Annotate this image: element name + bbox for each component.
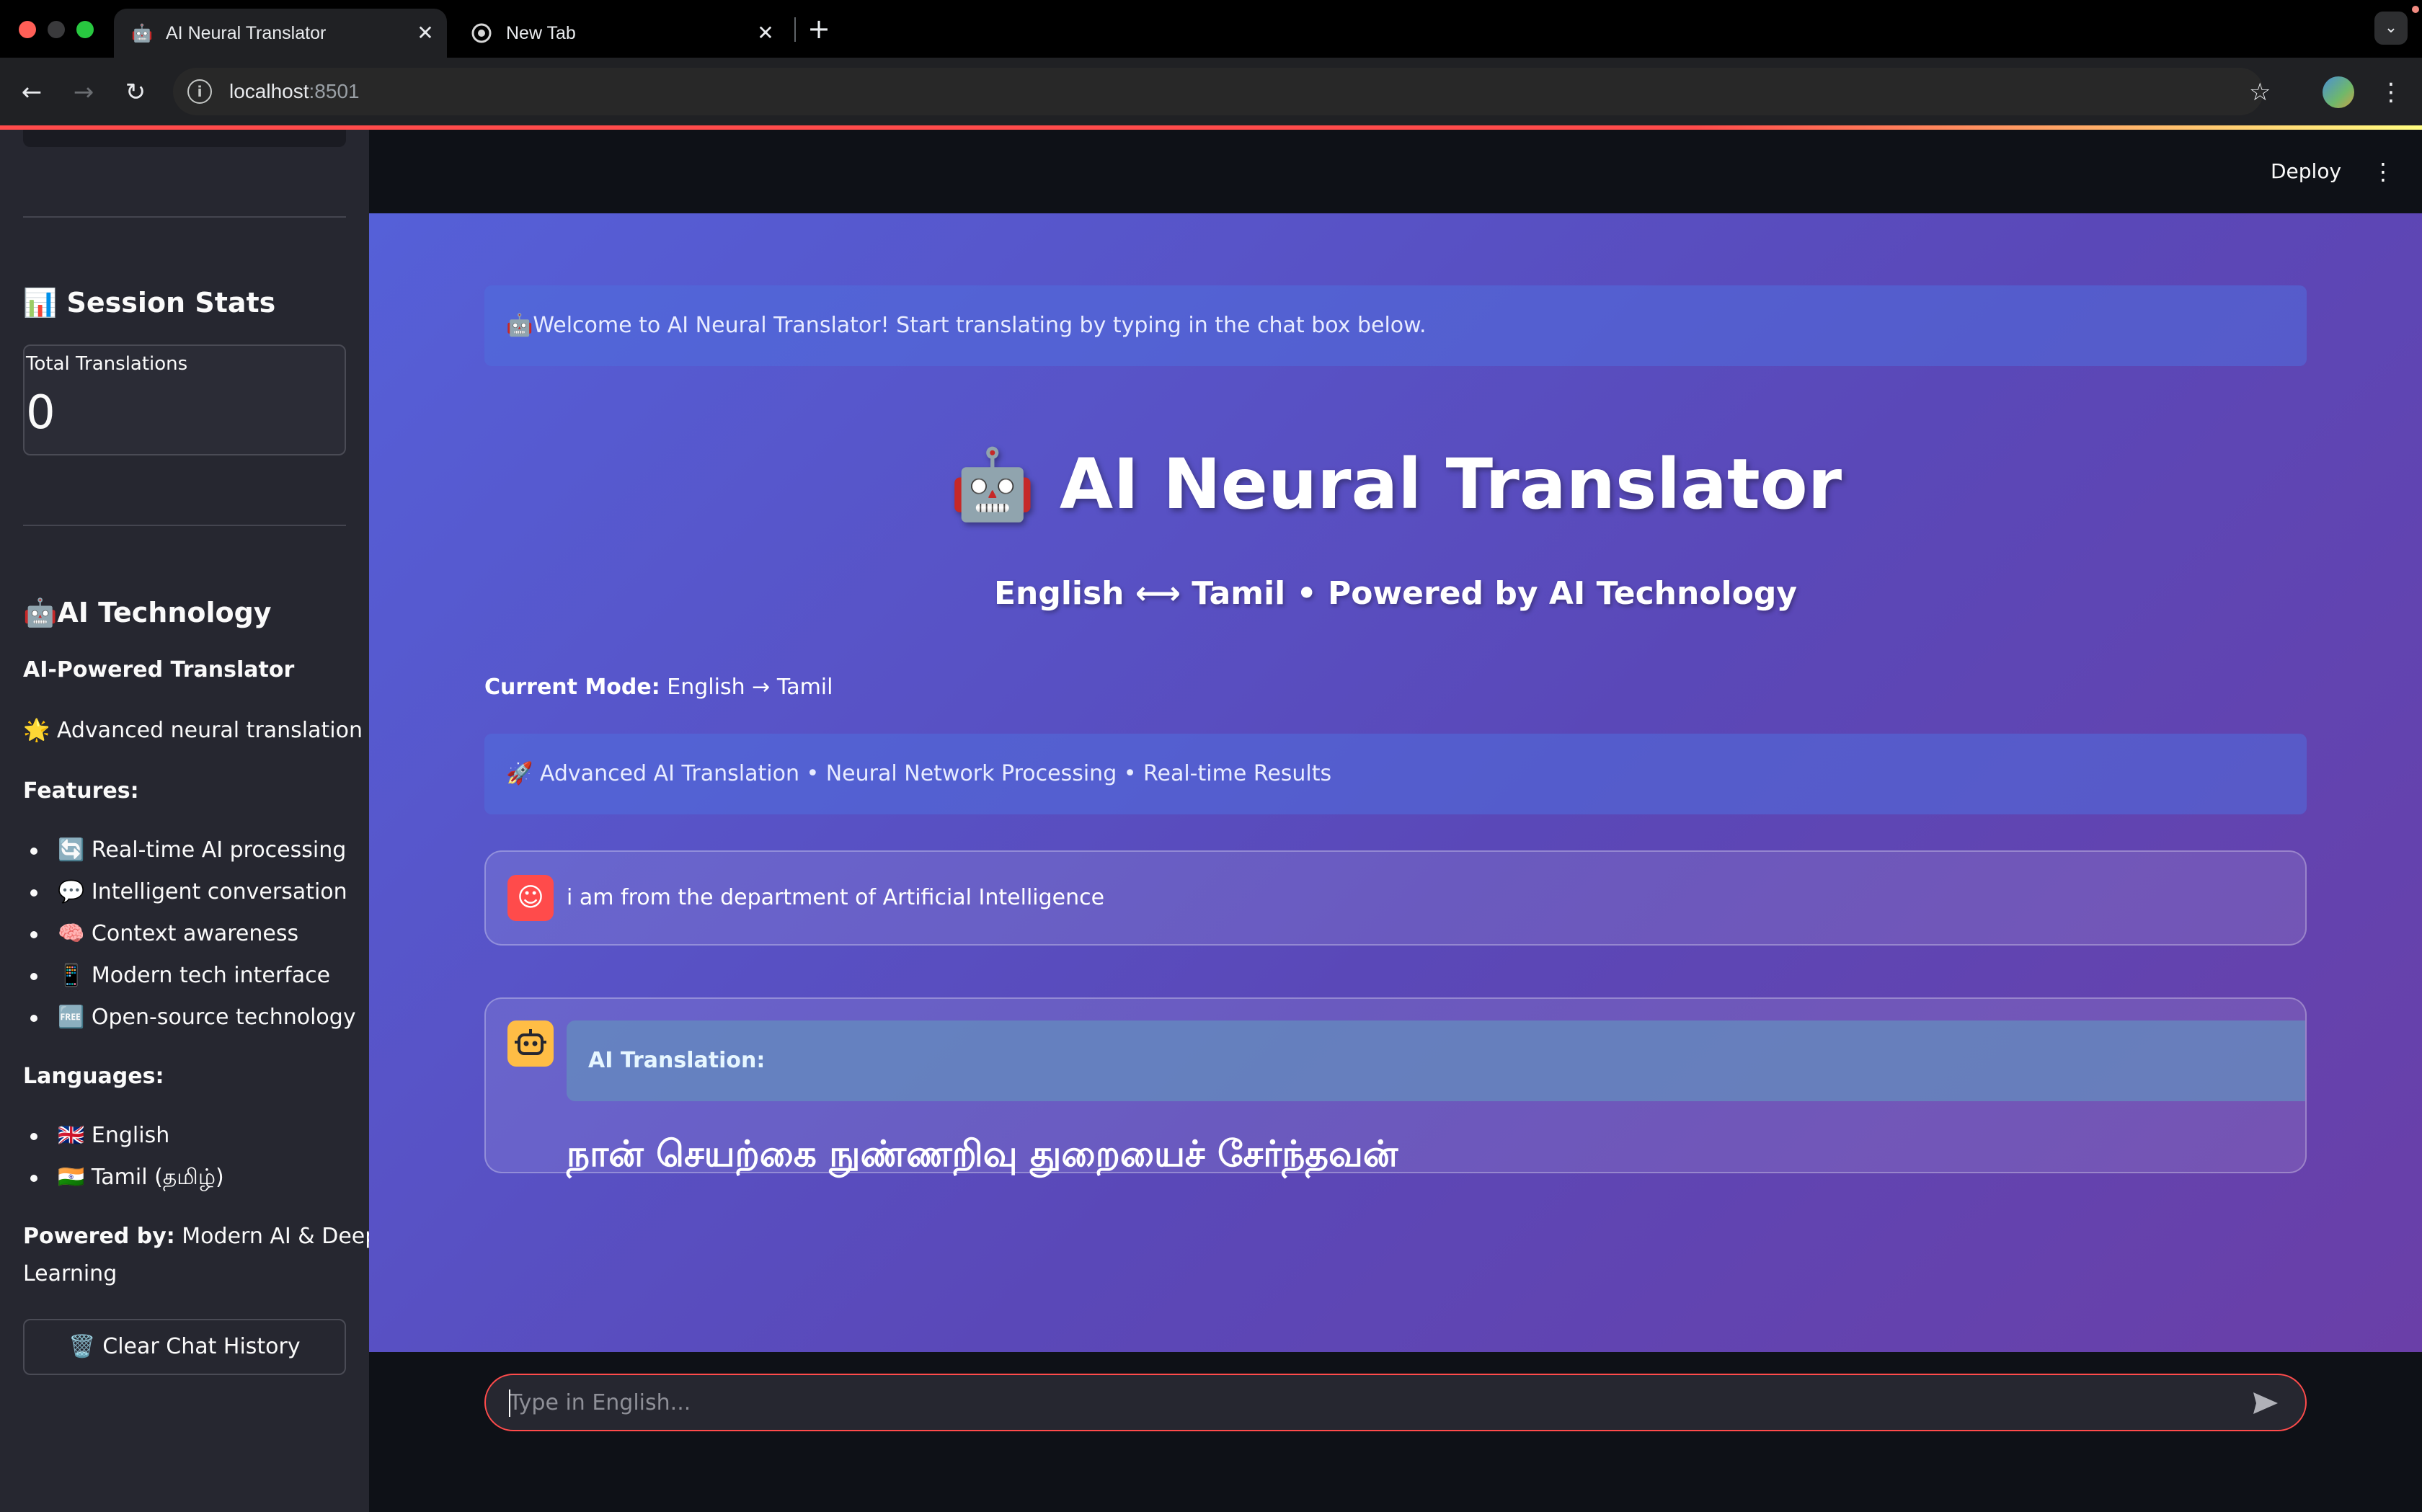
- welcome-banner: 🤖Welcome to AI Neural Translator! Start …: [484, 285, 2307, 366]
- notification-dot: [2412, 6, 2419, 13]
- translation-label: AI Translation:: [588, 1048, 766, 1073]
- page-subtitle: English ⟷ Tamil • Powered by AI Technolo…: [993, 575, 1798, 612]
- profile-avatar[interactable]: [2323, 76, 2354, 108]
- address-bar[interactable]: i localhost:8501: [173, 68, 2263, 115]
- page-title: 🤖 AI Neural Translator: [949, 444, 1842, 525]
- site-info-icon[interactable]: i: [187, 79, 212, 104]
- tagline: 🌟 Advanced neural translation: [23, 718, 363, 743]
- user-avatar-icon: ☺: [507, 875, 554, 921]
- new-tab-plus-icon[interactable]: +: [804, 13, 833, 45]
- chat-input-area: [369, 1352, 2422, 1512]
- translation-text: நான் செயற்கை நுண்ணறிவு துறையைச் சேர்ந்தவ…: [567, 1133, 1398, 1175]
- user-message-text: i am from the department of Artificial I…: [567, 885, 1105, 910]
- translation-label-box: AI Translation:: [567, 1020, 2305, 1101]
- send-icon[interactable]: [2245, 1385, 2285, 1421]
- browser-tab-bar: 🤖 AI Neural Translator ✕ New Tab ✕ + ⌄: [0, 0, 2422, 58]
- minimize-window-button[interactable]: [48, 21, 65, 38]
- metric-value: 0: [26, 386, 56, 440]
- tab-ai-neural-translator[interactable]: 🤖 AI Neural Translator ✕: [114, 9, 447, 58]
- browser-menu-icon[interactable]: ⋮: [2379, 75, 2403, 110]
- robot-icon: 🤖: [131, 23, 153, 43]
- text-cursor: [509, 1389, 510, 1417]
- close-tab-icon[interactable]: ✕: [411, 19, 440, 48]
- forward-arrow-icon[interactable]: →: [65, 74, 102, 111]
- tab-separator: [794, 17, 796, 42]
- clear-chat-history-button[interactable]: 🗑️ Clear Chat History: [23, 1319, 346, 1375]
- feature-item: 🧠 Context awareness: [30, 921, 298, 946]
- bookmark-star-icon[interactable]: ☆: [2249, 78, 2271, 107]
- feature-item: 🔄 Real-time AI processing: [30, 837, 346, 863]
- maximize-window-button[interactable]: [76, 21, 94, 38]
- app-header: Deploy ⋮: [369, 130, 2422, 213]
- languages-heading: Languages:: [23, 1064, 164, 1089]
- back-arrow-icon[interactable]: ←: [13, 74, 50, 111]
- feature-item: 🆓 Open-source technology: [30, 1005, 356, 1030]
- sidebar: 📊 Session Stats Total Translations 0 🤖AI…: [0, 130, 369, 1512]
- reload-icon[interactable]: ↻: [117, 74, 154, 111]
- tab-title: AI Neural Translator: [166, 22, 327, 43]
- user-message: ☺ i am from the department of Artificial…: [484, 850, 2307, 946]
- powered-by-text-continued: Learning: [23, 1261, 117, 1286]
- deploy-button[interactable]: Deploy: [2271, 151, 2341, 192]
- browser-toolbar: ← → ↻ i localhost:8501 ☆ ⋮: [0, 58, 2422, 127]
- session-stats-heading: 📊 Session Stats: [23, 287, 276, 319]
- close-window-button[interactable]: [19, 21, 36, 38]
- main-area: Deploy ⋮ 🤖Welcome to AI Neural Translato…: [369, 130, 2422, 1512]
- chrome-icon: [471, 23, 492, 43]
- powered-by-text: Powered by: Modern AI & Deep: [23, 1224, 369, 1249]
- info-banner: 🚀 Advanced AI Translation • Neural Netwo…: [484, 734, 2307, 814]
- ai-technology-heading: 🤖AI Technology: [23, 597, 272, 628]
- metric-label: Total Translations: [26, 353, 188, 375]
- language-item: 🇬🇧 English: [30, 1123, 169, 1148]
- bot-avatar-icon: [507, 1020, 554, 1067]
- features-heading: Features:: [23, 778, 139, 804]
- feature-item: 💬 Intelligent conversation: [30, 879, 347, 904]
- total-translations-metric: Total Translations 0: [23, 344, 346, 455]
- current-mode: Current Mode: English → Tamil: [484, 675, 833, 700]
- translator-subtitle: AI-Powered Translator: [23, 657, 295, 682]
- divider: [23, 216, 346, 218]
- chat-input[interactable]: [509, 1382, 2224, 1423]
- tab-search-chevron-icon[interactable]: ⌄: [2374, 12, 2408, 45]
- app-menu-icon[interactable]: ⋮: [2369, 151, 2397, 192]
- close-tab-icon[interactable]: ✕: [751, 19, 780, 48]
- divider: [23, 525, 346, 526]
- url-host: localhost: [229, 80, 309, 102]
- sidebar-scrolled-element: [23, 130, 346, 147]
- url-port: :8501: [309, 80, 360, 102]
- language-item: 🇮🇳 Tamil (தமிழ்): [30, 1165, 224, 1193]
- tab-new-tab[interactable]: New Tab ✕: [454, 9, 787, 58]
- chat-container: 🤖Welcome to AI Neural Translator! Start …: [369, 213, 2422, 1352]
- chat-input-container[interactable]: [484, 1374, 2307, 1431]
- feature-item: 📱 Modern tech interface: [30, 963, 330, 988]
- tab-title: New Tab: [506, 22, 576, 43]
- assistant-message: AI Translation: நான் செயற்கை நுண்ணறிவு த…: [484, 997, 2307, 1175]
